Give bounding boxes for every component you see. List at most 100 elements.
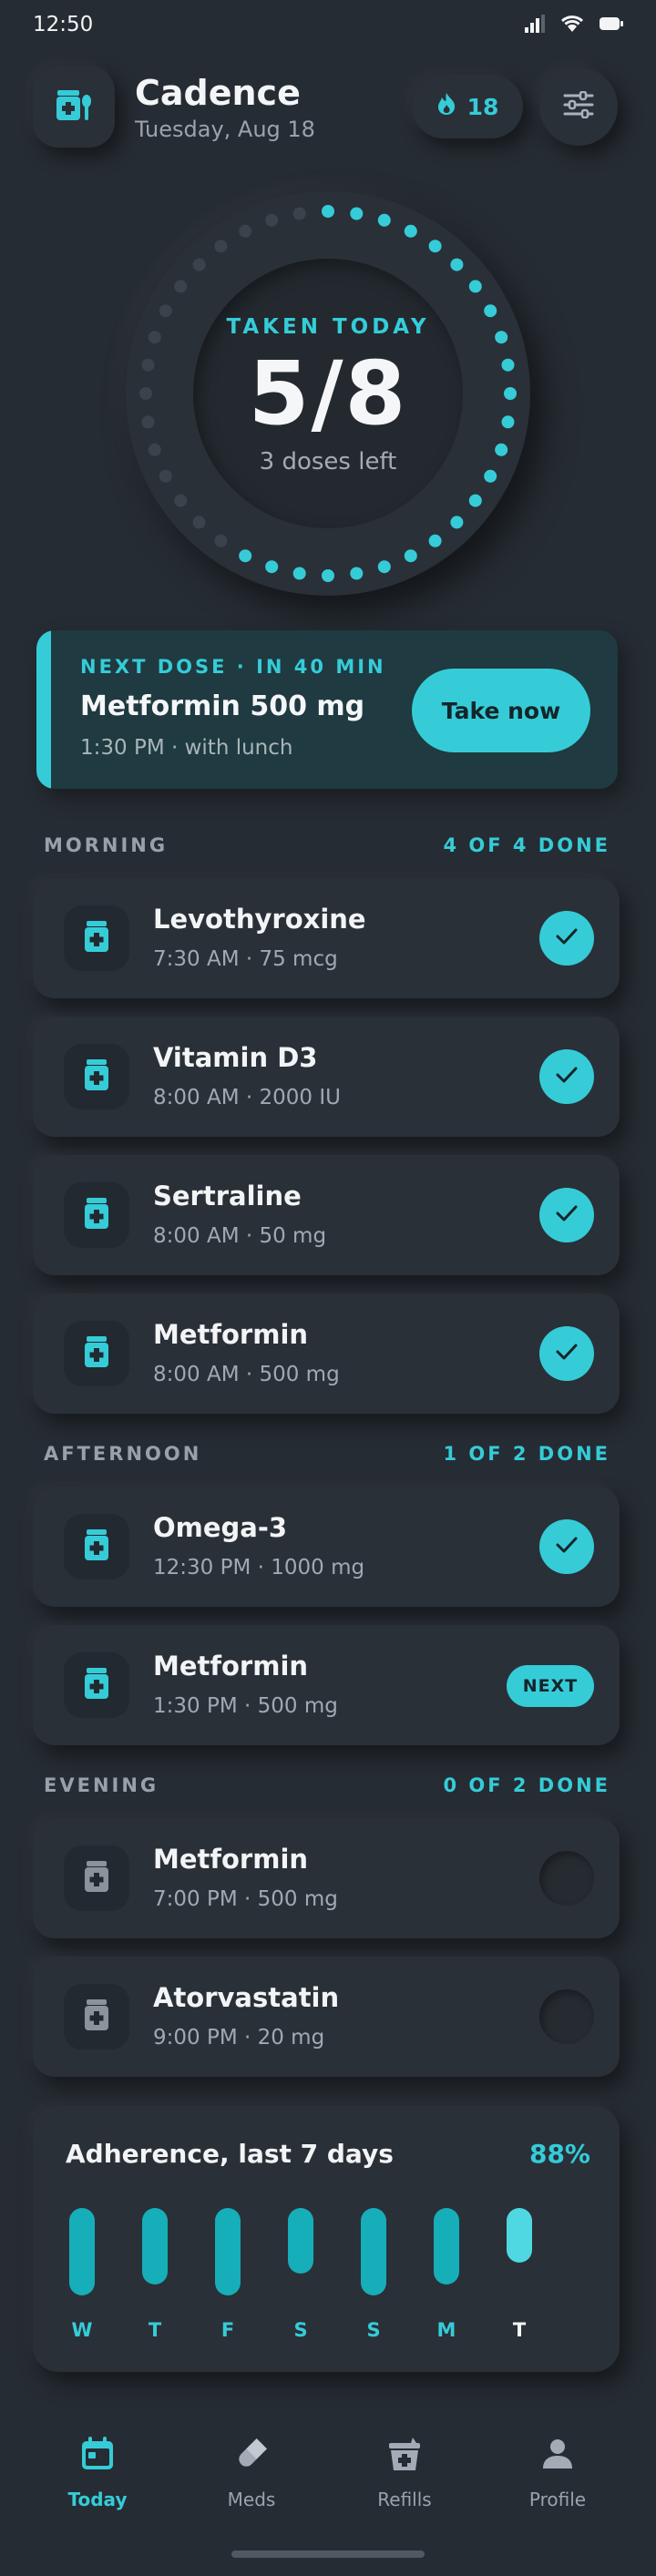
- nav-label-meds: Meds: [227, 2489, 276, 2510]
- med-detail: 8:00 AM · 2000 IU: [153, 1086, 341, 1109]
- nav-meds[interactable]: Meds: [183, 2434, 320, 2510]
- progress-ring-dot: [428, 534, 442, 547]
- taken-checkbox[interactable]: [539, 911, 594, 966]
- progress-ring-dot: [495, 331, 508, 344]
- home-indicator[interactable]: [231, 2550, 425, 2558]
- person-icon: [541, 2438, 574, 2474]
- med-card[interactable]: Metformin 7:00 PM · 500 mg: [33, 1818, 620, 1938]
- progress-ring-dot: [501, 358, 515, 372]
- med-card[interactable]: Levothyroxine 7:30 AM · 75 mcg: [33, 878, 620, 998]
- progress-ring-dot: [148, 331, 161, 344]
- pill-icon: [233, 2436, 270, 2476]
- progress-ring-dot: [159, 469, 172, 483]
- progress-ring-dot: [404, 549, 417, 563]
- next-badge[interactable]: NEXT: [507, 1665, 594, 1707]
- nav-today[interactable]: Today: [29, 2434, 166, 2510]
- med-detail: 8:00 AM · 500 mg: [153, 1363, 340, 1386]
- next-dose-title: Metformin 500 mg: [80, 690, 365, 722]
- adherence-bar: [69, 2208, 95, 2295]
- nav-label-today: Today: [67, 2489, 128, 2510]
- nav-refills[interactable]: Refills: [336, 2434, 473, 2510]
- progress-ring-dot: [141, 358, 155, 372]
- progress-label: TAKEN TODAY: [226, 315, 430, 339]
- med-name: Metformin: [153, 1319, 309, 1350]
- adherence-bar: [288, 2208, 313, 2274]
- calendar-icon: [80, 2437, 115, 2475]
- progress-ring-dot: [265, 213, 279, 227]
- progress-ring-dot: [468, 280, 482, 293]
- med-card[interactable]: Atorvastatin 9:00 PM · 20 mg: [33, 1957, 620, 2077]
- adherence-bar: [507, 2208, 532, 2263]
- med-detail: 1:30 PM · 500 mg: [153, 1694, 338, 1718]
- adherence-card: Adherence, last 7 days 88% W T F S S M T: [33, 2106, 620, 2372]
- adherence-bar: [434, 2208, 459, 2285]
- next-dose-label: NEXT DOSE · IN 40 MIN: [80, 656, 386, 678]
- nav-label-profile: Profile: [528, 2489, 587, 2510]
- progress-ring-dot: [322, 569, 334, 582]
- med-name: Atorvastatin: [153, 1982, 340, 2013]
- taken-checkbox[interactable]: [539, 1049, 594, 1104]
- untaken-checkbox[interactable]: [539, 1851, 594, 1906]
- progress-ring-dot: [484, 304, 497, 318]
- adherence-day-label: W: [71, 2319, 93, 2341]
- progress-ring-dot: [450, 258, 464, 271]
- med-card[interactable]: Omega-3 12:30 PM · 1000 mg: [33, 1487, 620, 1607]
- taken-checkbox[interactable]: [539, 1519, 594, 1574]
- nav-profile[interactable]: Profile: [489, 2434, 626, 2510]
- med-name: Sertraline: [153, 1181, 302, 1211]
- untaken-checkbox[interactable]: [539, 1989, 594, 2044]
- adherence-day-label: S: [293, 2319, 308, 2341]
- section-count-evening: 0 OF 2 DONE: [443, 1774, 610, 1796]
- med-card[interactable]: Metformin 8:00 AM · 500 mg: [33, 1293, 620, 1414]
- adherence-bar: [142, 2208, 168, 2285]
- adherence-day-label: T: [148, 2319, 162, 2341]
- checkmark-icon: [555, 1343, 579, 1365]
- progress-count: 5/8: [248, 342, 408, 445]
- med-detail: 12:30 PM · 1000 mg: [153, 1556, 365, 1579]
- pill-bottle-icon: [83, 1999, 110, 2034]
- section-title-morning: MORNING: [44, 834, 169, 856]
- med-name: Omega-3: [153, 1512, 288, 1543]
- checkmark-icon: [555, 1536, 579, 1558]
- take-now-button[interactable]: Take now: [412, 669, 590, 752]
- nav-label-refills: Refills: [377, 2489, 432, 2510]
- section-count-morning: 4 OF 4 DONE: [443, 834, 610, 856]
- progress-ring-dot: [174, 494, 188, 507]
- next-dose-accent: [36, 630, 51, 789]
- med-name: Metformin: [153, 1844, 309, 1875]
- checkmark-icon: [555, 1204, 579, 1226]
- progress-ring-dot: [214, 534, 228, 547]
- med-card[interactable]: Sertraline 8:00 AM · 50 mg: [33, 1155, 620, 1275]
- adherence-title: Adherence, last 7 days: [66, 2139, 394, 2169]
- progress-ring-dot: [350, 567, 364, 580]
- adherence-percent: 88%: [528, 2139, 590, 2169]
- med-card[interactable]: Metformin 1:30 PM · 500 mg NEXT: [33, 1625, 620, 1745]
- pill-bottle-icon: [83, 1668, 110, 1702]
- taken-checkbox[interactable]: [539, 1326, 594, 1381]
- adherence-bar: [215, 2208, 241, 2295]
- progress-ring-dot: [495, 443, 508, 456]
- med-card[interactable]: Vitamin D3 8:00 AM · 2000 IU: [33, 1017, 620, 1137]
- progress-ring-dot: [141, 415, 155, 429]
- adherence-day-label: M: [436, 2319, 456, 2341]
- progress-ring-dot: [214, 240, 228, 253]
- med-name: Levothyroxine: [153, 904, 366, 935]
- med-detail: 9:00 PM · 20 mg: [153, 2026, 325, 2050]
- progress-ring-dot: [239, 224, 252, 238]
- section-title-afternoon: AFTERNOON: [44, 1443, 202, 1465]
- progress-ring-dot: [450, 516, 464, 529]
- progress-ring-dot: [504, 387, 517, 400]
- checkmark-icon: [555, 1066, 579, 1088]
- med-detail: 7:30 AM · 75 mcg: [153, 947, 338, 971]
- section-title-evening: EVENING: [44, 1774, 159, 1796]
- doses-remaining: 3 doses left: [259, 448, 397, 475]
- progress-ring-dot: [239, 549, 252, 563]
- adherence-bar: [361, 2208, 386, 2295]
- progress-ring-dot: [501, 415, 515, 429]
- taken-checkbox[interactable]: [539, 1188, 594, 1242]
- progress-ring-dot: [350, 207, 364, 220]
- adherence-day-label: T: [512, 2319, 527, 2341]
- progress-ring-dot: [265, 560, 279, 574]
- adherence-day-label: S: [366, 2319, 381, 2341]
- progress-ring-dot: [292, 567, 306, 580]
